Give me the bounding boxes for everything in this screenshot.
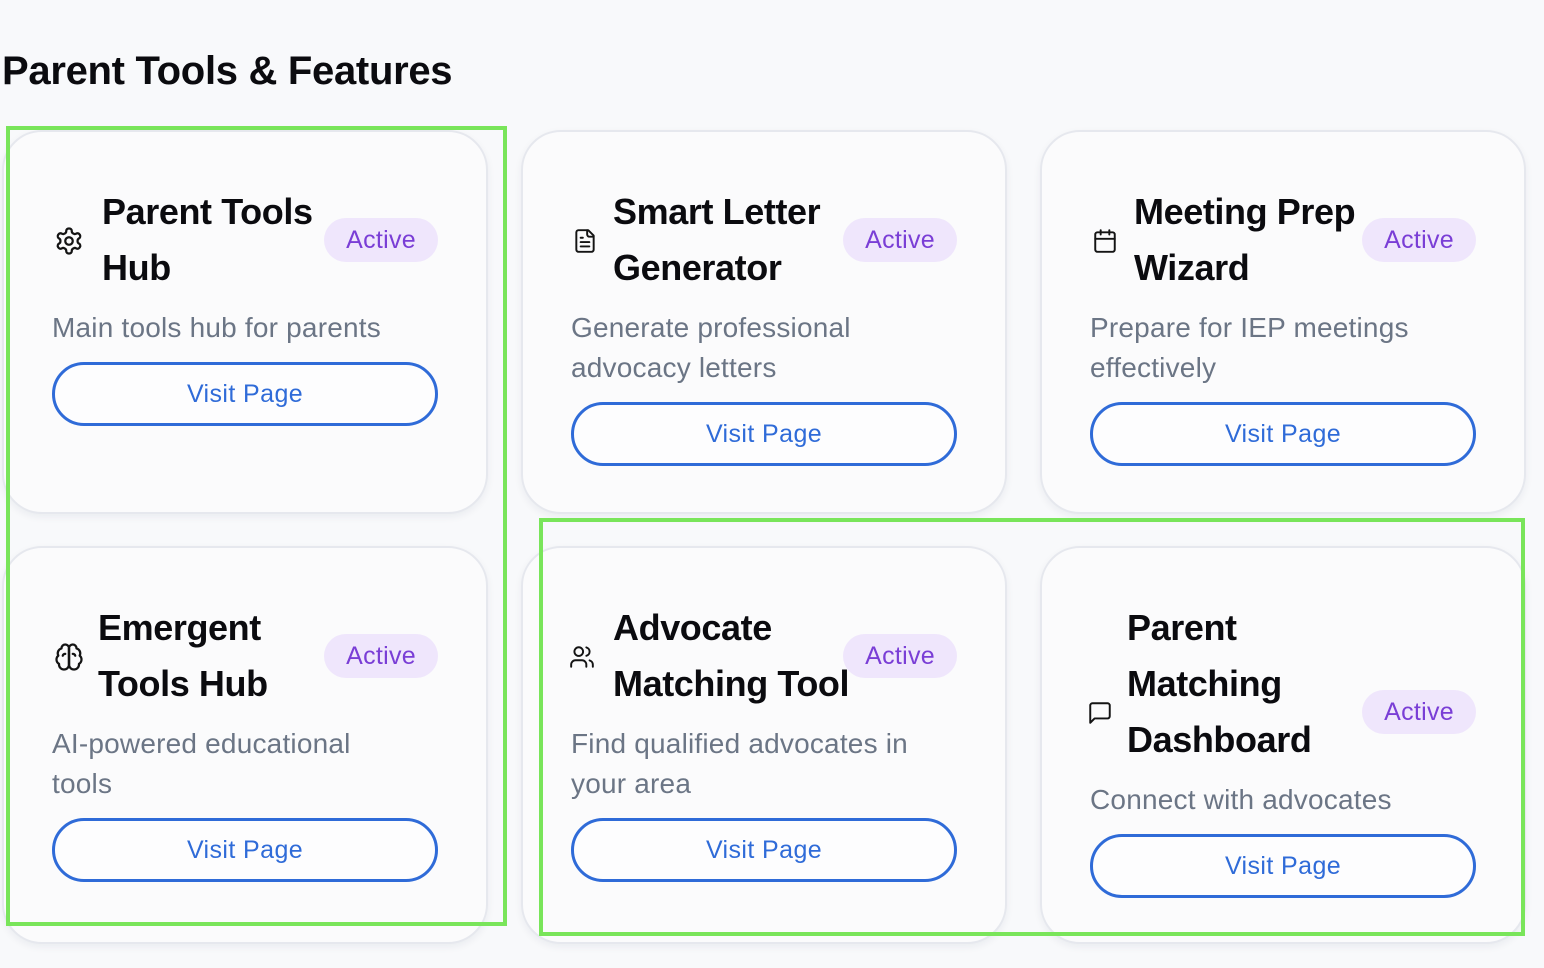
document-icon — [568, 224, 602, 258]
card-smart-letter-generator: Smart Letter Generator Active Generate p… — [521, 130, 1007, 514]
card-title-line: Emergent — [98, 607, 261, 648]
card-description: Connect with advocates — [1090, 784, 1392, 815]
visit-page-button[interactable]: Visit Page — [52, 818, 438, 882]
card-emergent-tools-hub: Emergent Tools Hub Active AI-powered edu… — [2, 546, 488, 944]
brain-icon — [52, 640, 86, 674]
visit-page-button[interactable]: Visit Page — [52, 362, 438, 426]
card-title-line: Meeting Prep — [1134, 191, 1356, 232]
status-badge: Active — [324, 634, 438, 678]
card-description: Generate professional advocacy letters — [571, 312, 851, 383]
card-title-line: Matching Tool — [613, 663, 850, 704]
card-title-line: Parent — [1127, 607, 1237, 648]
visit-page-button[interactable]: Visit Page — [571, 818, 957, 882]
card-title-line: Tools Hub — [98, 663, 268, 704]
card-parent-tools-hub: Parent Tools Hub Active Main tools hub f… — [2, 130, 488, 514]
card-title-line: Hub — [102, 247, 171, 288]
visit-page-button[interactable]: Visit Page — [1090, 834, 1476, 898]
card-description: Main tools hub for parents — [52, 312, 381, 343]
status-badge: Active — [324, 218, 438, 262]
status-badge: Active — [1362, 218, 1476, 262]
card-title: Smart Letter Generator — [613, 184, 821, 296]
chat-icon — [1083, 696, 1117, 730]
card-title: Advocate Matching Tool — [613, 600, 850, 712]
card-title: Parent Matching Dashboard — [1127, 600, 1312, 768]
card-title-line: Parent Tools — [102, 191, 313, 232]
page-title: Parent Tools & Features — [2, 49, 453, 93]
card-title-line: Matching — [1127, 663, 1282, 704]
visit-page-button[interactable]: Visit Page — [1090, 402, 1476, 466]
status-badge: Active — [843, 634, 957, 678]
card-title: Emergent Tools Hub — [98, 600, 268, 712]
calendar-icon — [1088, 224, 1122, 258]
card-title-line: Generator — [613, 247, 782, 288]
card-title-line: Smart Letter — [613, 191, 821, 232]
card-description: AI-powered educational tools — [52, 728, 351, 799]
card-advocate-matching-tool: Advocate Matching Tool Active Find quali… — [521, 546, 1007, 944]
card-title: Parent Tools Hub — [102, 184, 313, 296]
users-icon — [565, 640, 599, 674]
card-description: Prepare for IEP meetings effectively — [1090, 312, 1409, 383]
card-description: Find qualified advocates in your area — [571, 728, 908, 799]
card-title: Meeting Prep Wizard — [1134, 184, 1356, 296]
gear-icon — [52, 224, 86, 258]
card-title-line: Advocate — [613, 607, 772, 648]
card-title-line: Wizard — [1134, 247, 1250, 288]
card-meeting-prep-wizard: Meeting Prep Wizard Active Prepare for I… — [1040, 130, 1526, 514]
status-badge: Active — [843, 218, 957, 262]
visit-page-button[interactable]: Visit Page — [571, 402, 957, 466]
card-parent-matching-dashboard: Parent Matching Dashboard Active Connect… — [1040, 546, 1526, 944]
status-badge: Active — [1362, 690, 1476, 734]
card-title-line: Dashboard — [1127, 719, 1312, 760]
